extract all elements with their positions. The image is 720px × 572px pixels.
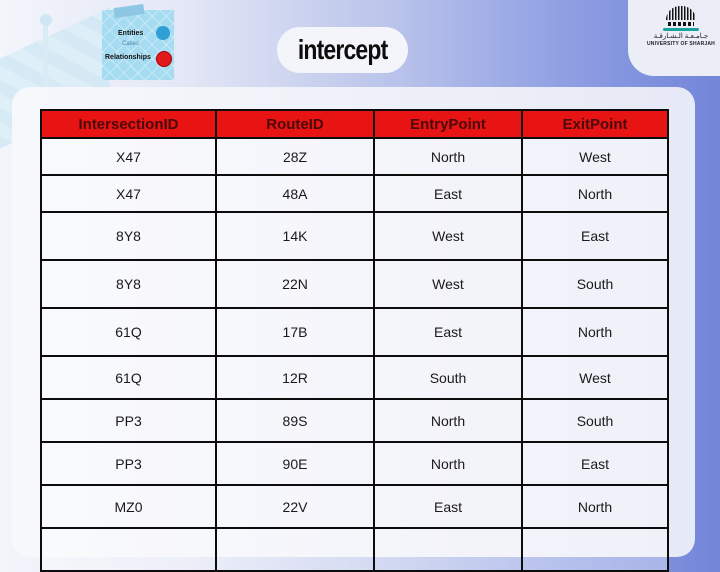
table-header-row: IntersectionID RouteID EntryPoint ExitPo…: [40, 109, 669, 139]
cases-label: Cases: [122, 41, 140, 47]
cell-exitpoint: South: [521, 259, 669, 309]
column-header-exitpoint: ExitPoint: [521, 109, 669, 139]
cell-exitpoint: West: [521, 137, 669, 176]
cell-intersectionid: [40, 527, 217, 572]
cell-exitpoint: North: [521, 174, 669, 213]
cell-intersectionid: 8Y8: [40, 211, 217, 261]
cell-entrypoint: South: [373, 355, 523, 400]
cell-routeid: 14K: [215, 211, 375, 261]
column-header-intersectionid: IntersectionID: [40, 109, 217, 139]
cell-entrypoint: West: [373, 211, 523, 261]
column-header-routeid: RouteID: [215, 109, 375, 139]
table-row: 8Y8 22N West South: [40, 259, 669, 309]
cell-entrypoint: North: [373, 137, 523, 176]
columns-icon: [668, 22, 694, 26]
table-row: 61Q 17B East North: [40, 307, 669, 357]
table-row: [40, 527, 669, 572]
decorative-dot: [40, 14, 52, 26]
cell-exitpoint: East: [521, 211, 669, 261]
cell-routeid: 22V: [215, 484, 375, 529]
university-arabic-name: جـامـعـة الـشـارقـة: [653, 33, 709, 40]
cell-entrypoint: East: [373, 307, 523, 357]
cell-routeid: 17B: [215, 307, 375, 357]
cell-routeid: 28Z: [215, 137, 375, 176]
page-title-pill: intercept: [277, 27, 408, 73]
cell-exitpoint: West: [521, 355, 669, 400]
table-row: MZ0 22V East North: [40, 484, 669, 529]
university-english-name: UNIVERSITY OF SHARJAH: [646, 41, 715, 47]
wave-icon: [663, 28, 699, 31]
cell-intersectionid: 61Q: [40, 355, 217, 400]
table-row: X47 48A East North: [40, 174, 669, 213]
cell-routeid: 48A: [215, 174, 375, 213]
cell-intersectionid: X47: [40, 174, 217, 213]
table-row: 8Y8 14K West East: [40, 211, 669, 261]
cell-exitpoint: North: [521, 484, 669, 529]
cell-intersectionid: 8Y8: [40, 259, 217, 309]
entity-circle-icon: [156, 26, 170, 40]
cell-exitpoint: East: [521, 441, 669, 486]
cell-intersectionid: MZ0: [40, 484, 217, 529]
entities-label: Entities: [118, 30, 144, 37]
relationship-circle-icon: [156, 51, 172, 67]
dome-icon: [666, 6, 696, 20]
cell-routeid: 22N: [215, 259, 375, 309]
cell-intersectionid: PP3: [40, 398, 217, 443]
column-header-entrypoint: EntryPoint: [373, 109, 523, 139]
cell-intersectionid: 61Q: [40, 307, 217, 357]
cell-entrypoint: [373, 527, 523, 572]
university-logo: جـامـعـة الـشـارقـة UNIVERSITY OF SHARJA…: [643, 6, 719, 56]
intercept-table: IntersectionID RouteID EntryPoint ExitPo…: [40, 109, 669, 572]
cell-intersectionid: X47: [40, 137, 217, 176]
table-row: PP3 90E North East: [40, 441, 669, 486]
cell-routeid: 12R: [215, 355, 375, 400]
cell-entrypoint: West: [373, 259, 523, 309]
cell-routeid: [215, 527, 375, 572]
cell-entrypoint: North: [373, 398, 523, 443]
cell-exitpoint: South: [521, 398, 669, 443]
cell-intersectionid: PP3: [40, 441, 217, 486]
page-title: intercept: [297, 34, 388, 65]
table-row: X47 28Z North West: [40, 137, 669, 176]
cell-entrypoint: East: [373, 484, 523, 529]
cell-exitpoint: North: [521, 307, 669, 357]
table-row: 61Q 12R South West: [40, 355, 669, 400]
table-row: PP3 89S North South: [40, 398, 669, 443]
cell-routeid: 89S: [215, 398, 375, 443]
cell-entrypoint: North: [373, 441, 523, 486]
er-diagram-logo: Entities Cases Relationships: [102, 3, 174, 80]
cell-routeid: 90E: [215, 441, 375, 486]
cell-entrypoint: East: [373, 174, 523, 213]
relationships-label: Relationships: [105, 54, 151, 61]
cell-exitpoint: [521, 527, 669, 572]
